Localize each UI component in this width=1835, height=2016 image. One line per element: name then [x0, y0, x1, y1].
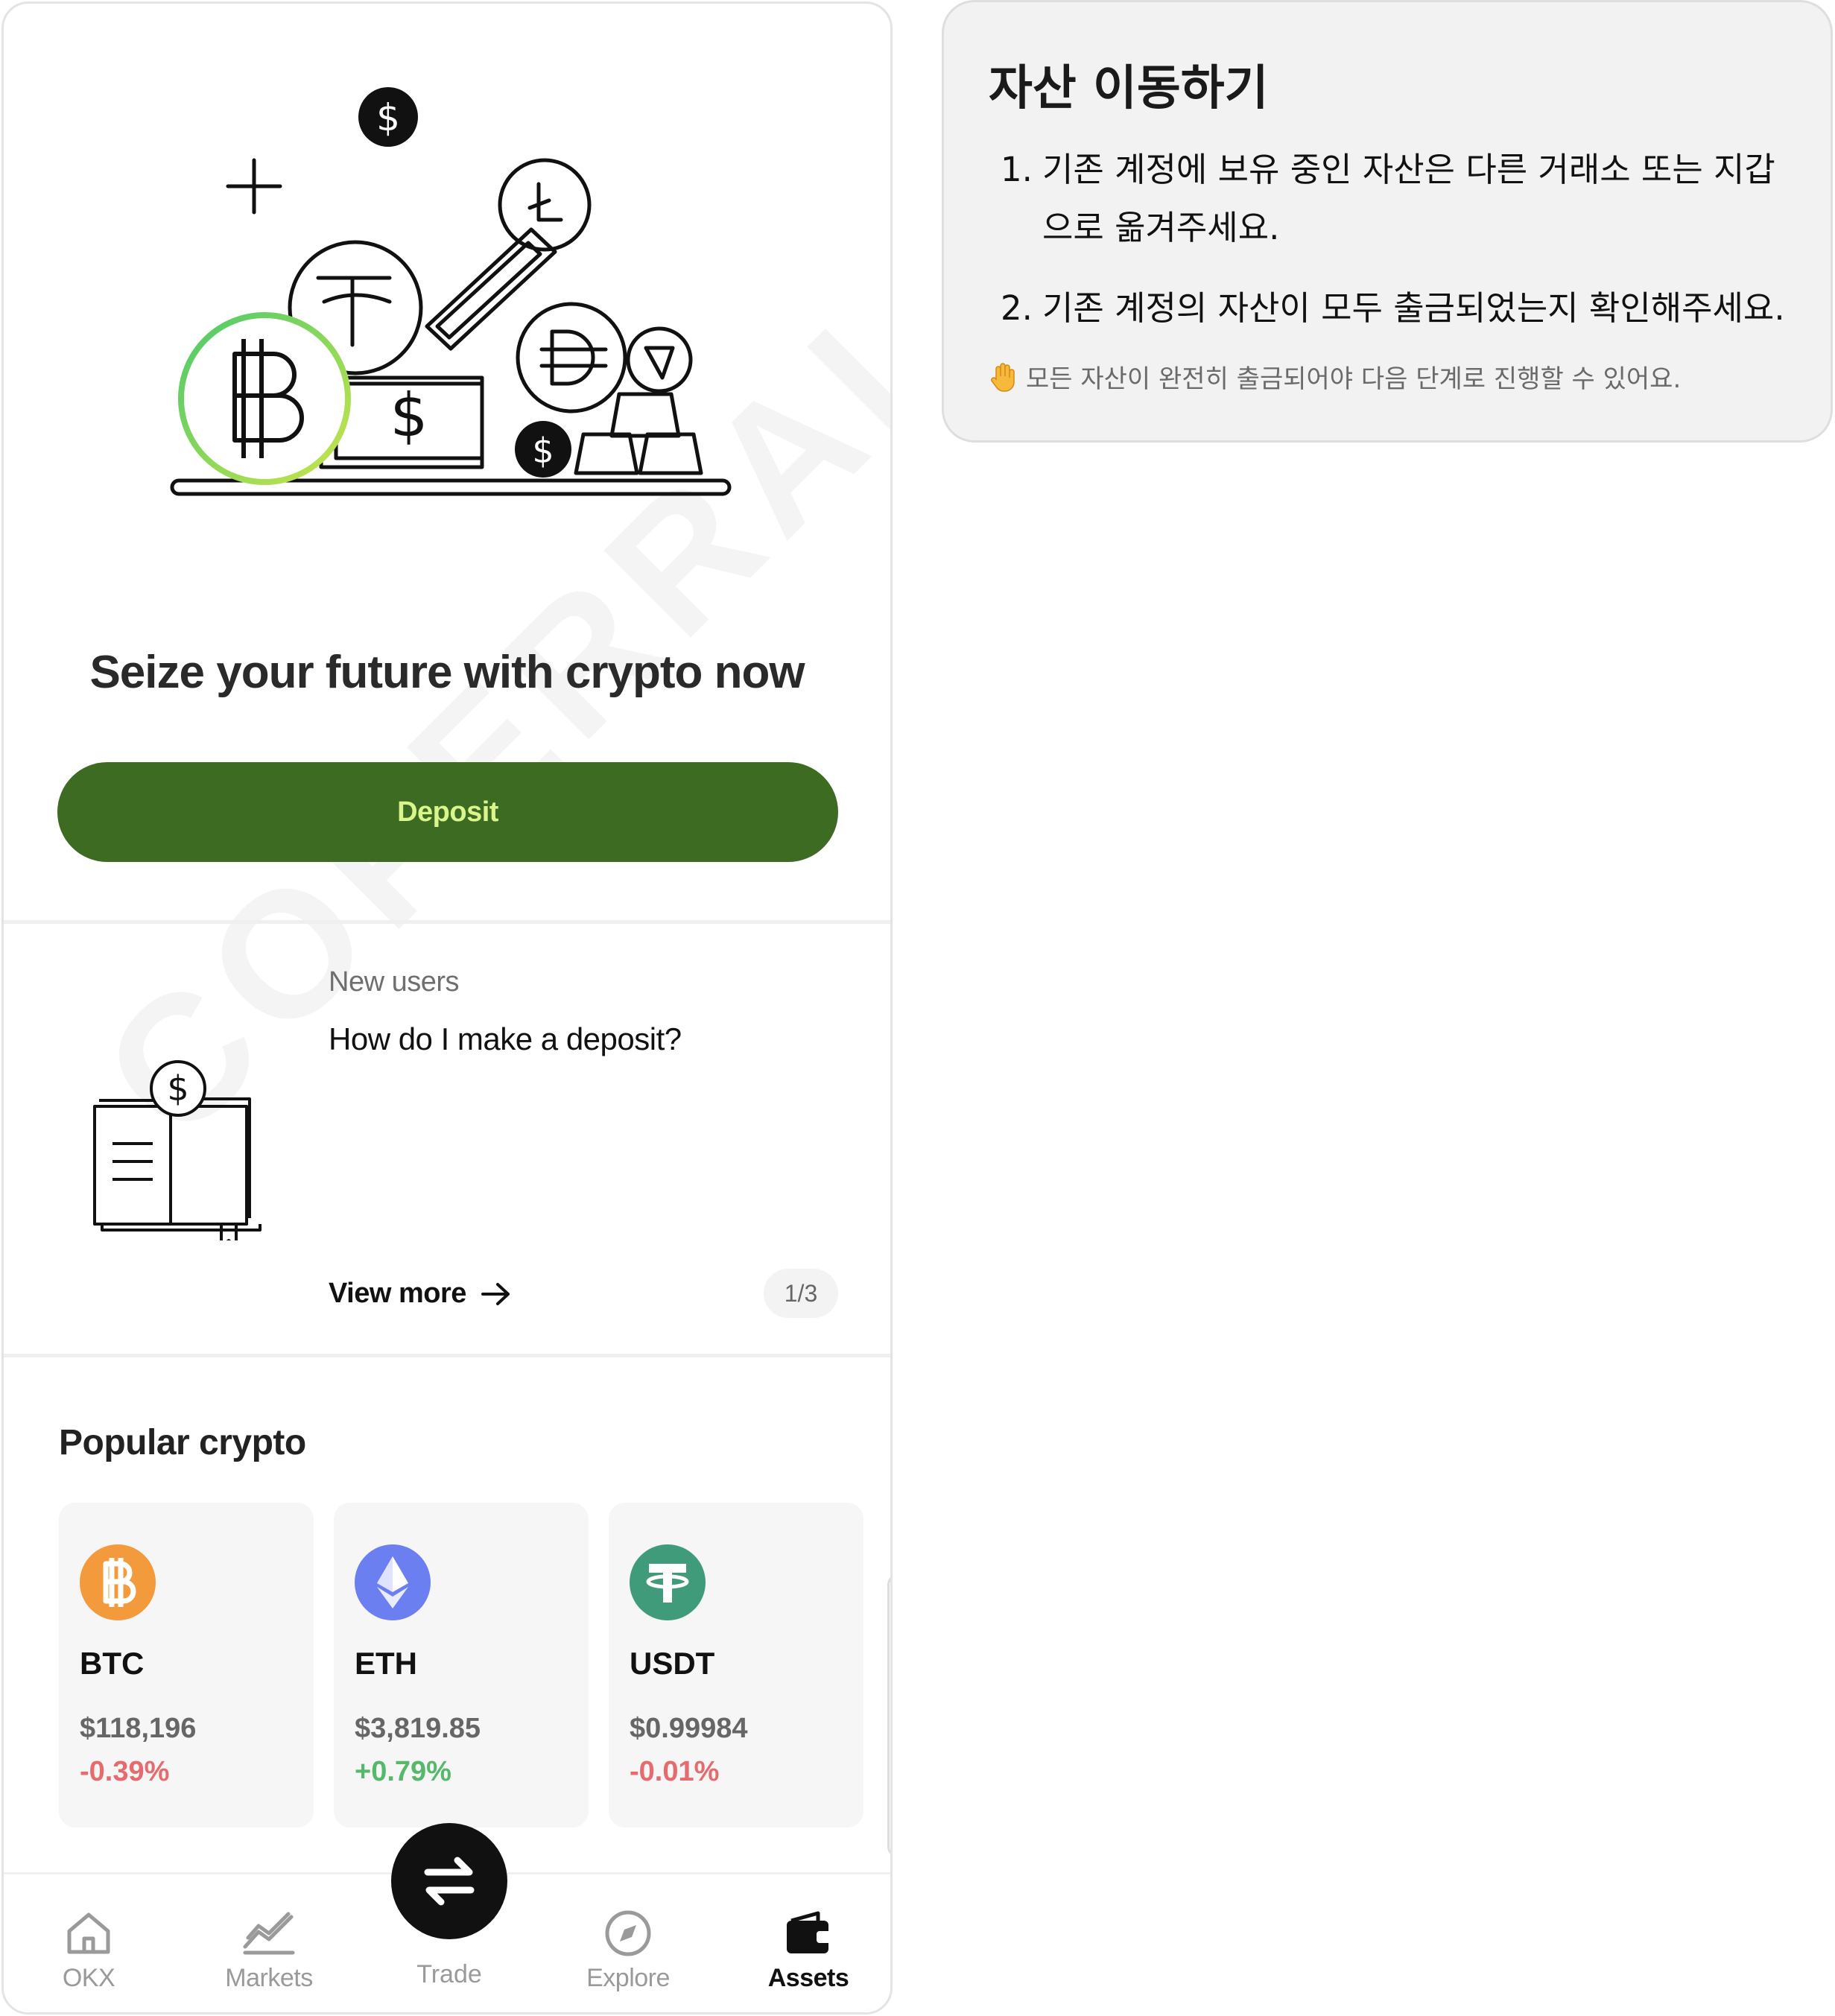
view-more-label: View more — [329, 1278, 466, 1309]
svg-text:$: $ — [390, 381, 428, 450]
trade-button[interactable] — [391, 1823, 507, 1939]
markets-chart-icon — [202, 1907, 336, 1959]
tab-label-trade: Trade — [416, 1960, 482, 1988]
step-number: 2. — [1001, 288, 1033, 328]
coin-symbol: BTC — [80, 1646, 145, 1681]
deposit-guide-book-illustration: $ — [93, 1060, 262, 1240]
raised-hand-icon — [991, 362, 1015, 392]
step-text: 기존 계정에 보유 중인 자산은 다른 거래소 또는 지갑으로 옮겨주세요. — [1042, 150, 1775, 247]
coin-price: $118,196 — [80, 1713, 197, 1744]
svg-text:$: $ — [167, 1068, 188, 1109]
svg-text:$: $ — [376, 96, 400, 139]
crypto-card-next[interactable] — [887, 1574, 890, 1857]
tab-okx[interactable]: OKX — [22, 1907, 156, 1993]
guide-title[interactable]: How do I make a deposit? — [329, 1021, 682, 1057]
tether-icon — [630, 1544, 706, 1620]
arrow-right-icon — [481, 1282, 510, 1305]
coin-price: $0.99984 — [630, 1713, 748, 1744]
section-divider — [4, 1354, 890, 1357]
svg-text:$: $ — [532, 431, 554, 471]
view-more-link[interactable]: View more — [329, 1278, 513, 1310]
note-step: 1. 기존 계정에 보유 중인 자산은 다른 거래소 또는 지갑으로 옮겨주세요… — [1001, 141, 1787, 257]
tab-label: OKX — [62, 1964, 115, 1992]
note-step: 2. 기존 계정의 자산이 모두 출금되었는지 확인해주세요. — [1001, 279, 1787, 337]
coin-change: -0.01% — [630, 1756, 720, 1787]
bitcoin-icon — [80, 1544, 156, 1620]
crypto-card-btc[interactable]: BTC $118,196 -0.39% — [59, 1503, 314, 1828]
hint-text: 모든 자산이 완전히 출금되어야 다음 단계로 진행할 수 있어요. — [1026, 364, 1682, 394]
hero-headline: Seize your future with crypto now — [89, 647, 805, 698]
okx-app-screen: COPERRAL $ — [1, 1, 893, 2015]
crypto-card-eth[interactable]: ETH $3,819.85 +0.79% — [334, 1503, 589, 1828]
coin-change: +0.79% — [355, 1756, 451, 1787]
note-title: 자산 이동하기 — [989, 61, 1269, 116]
tab-markets[interactable]: Markets — [202, 1907, 336, 1993]
tab-explore[interactable]: Explore — [561, 1907, 695, 1993]
step-text: 기존 계정의 자산이 모두 출금되었는지 확인해주세요. — [1042, 288, 1785, 328]
coin-symbol: ETH — [355, 1646, 417, 1681]
ethereum-icon — [355, 1544, 431, 1620]
tab-label: Explore — [586, 1964, 670, 1992]
popular-crypto-title: Popular crypto — [59, 1423, 306, 1462]
swap-icon — [424, 1857, 475, 1906]
crypto-coins-illustration: $ $ $ — [170, 87, 732, 496]
crypto-card-usdt[interactable]: USDT $0.99984 -0.01% — [609, 1503, 863, 1828]
guide-pager: 1/3 — [764, 1269, 838, 1318]
home-icon — [22, 1907, 156, 1959]
wallet-icon — [741, 1907, 875, 1959]
note-hint: 모든 자산이 완전히 출금되어야 다음 단계로 진행할 수 있어요. — [989, 358, 1681, 395]
step-number: 1. — [1001, 150, 1033, 189]
asset-transfer-note: 자산 이동하기 1. 기존 계정에 보유 중인 자산은 다른 거래소 또는 지갑… — [942, 0, 1833, 443]
coin-change: -0.39% — [80, 1756, 170, 1787]
coin-symbol: USDT — [630, 1646, 715, 1681]
tab-label: Assets — [767, 1964, 849, 1992]
guide-tag: New users — [329, 966, 460, 998]
compass-icon — [561, 1907, 695, 1959]
coin-price: $3,819.85 — [355, 1713, 481, 1744]
deposit-button[interactable]: Deposit — [57, 762, 838, 862]
tab-assets[interactable]: Assets — [741, 1907, 875, 1993]
section-divider — [4, 920, 890, 924]
tab-label: Markets — [225, 1964, 313, 1992]
